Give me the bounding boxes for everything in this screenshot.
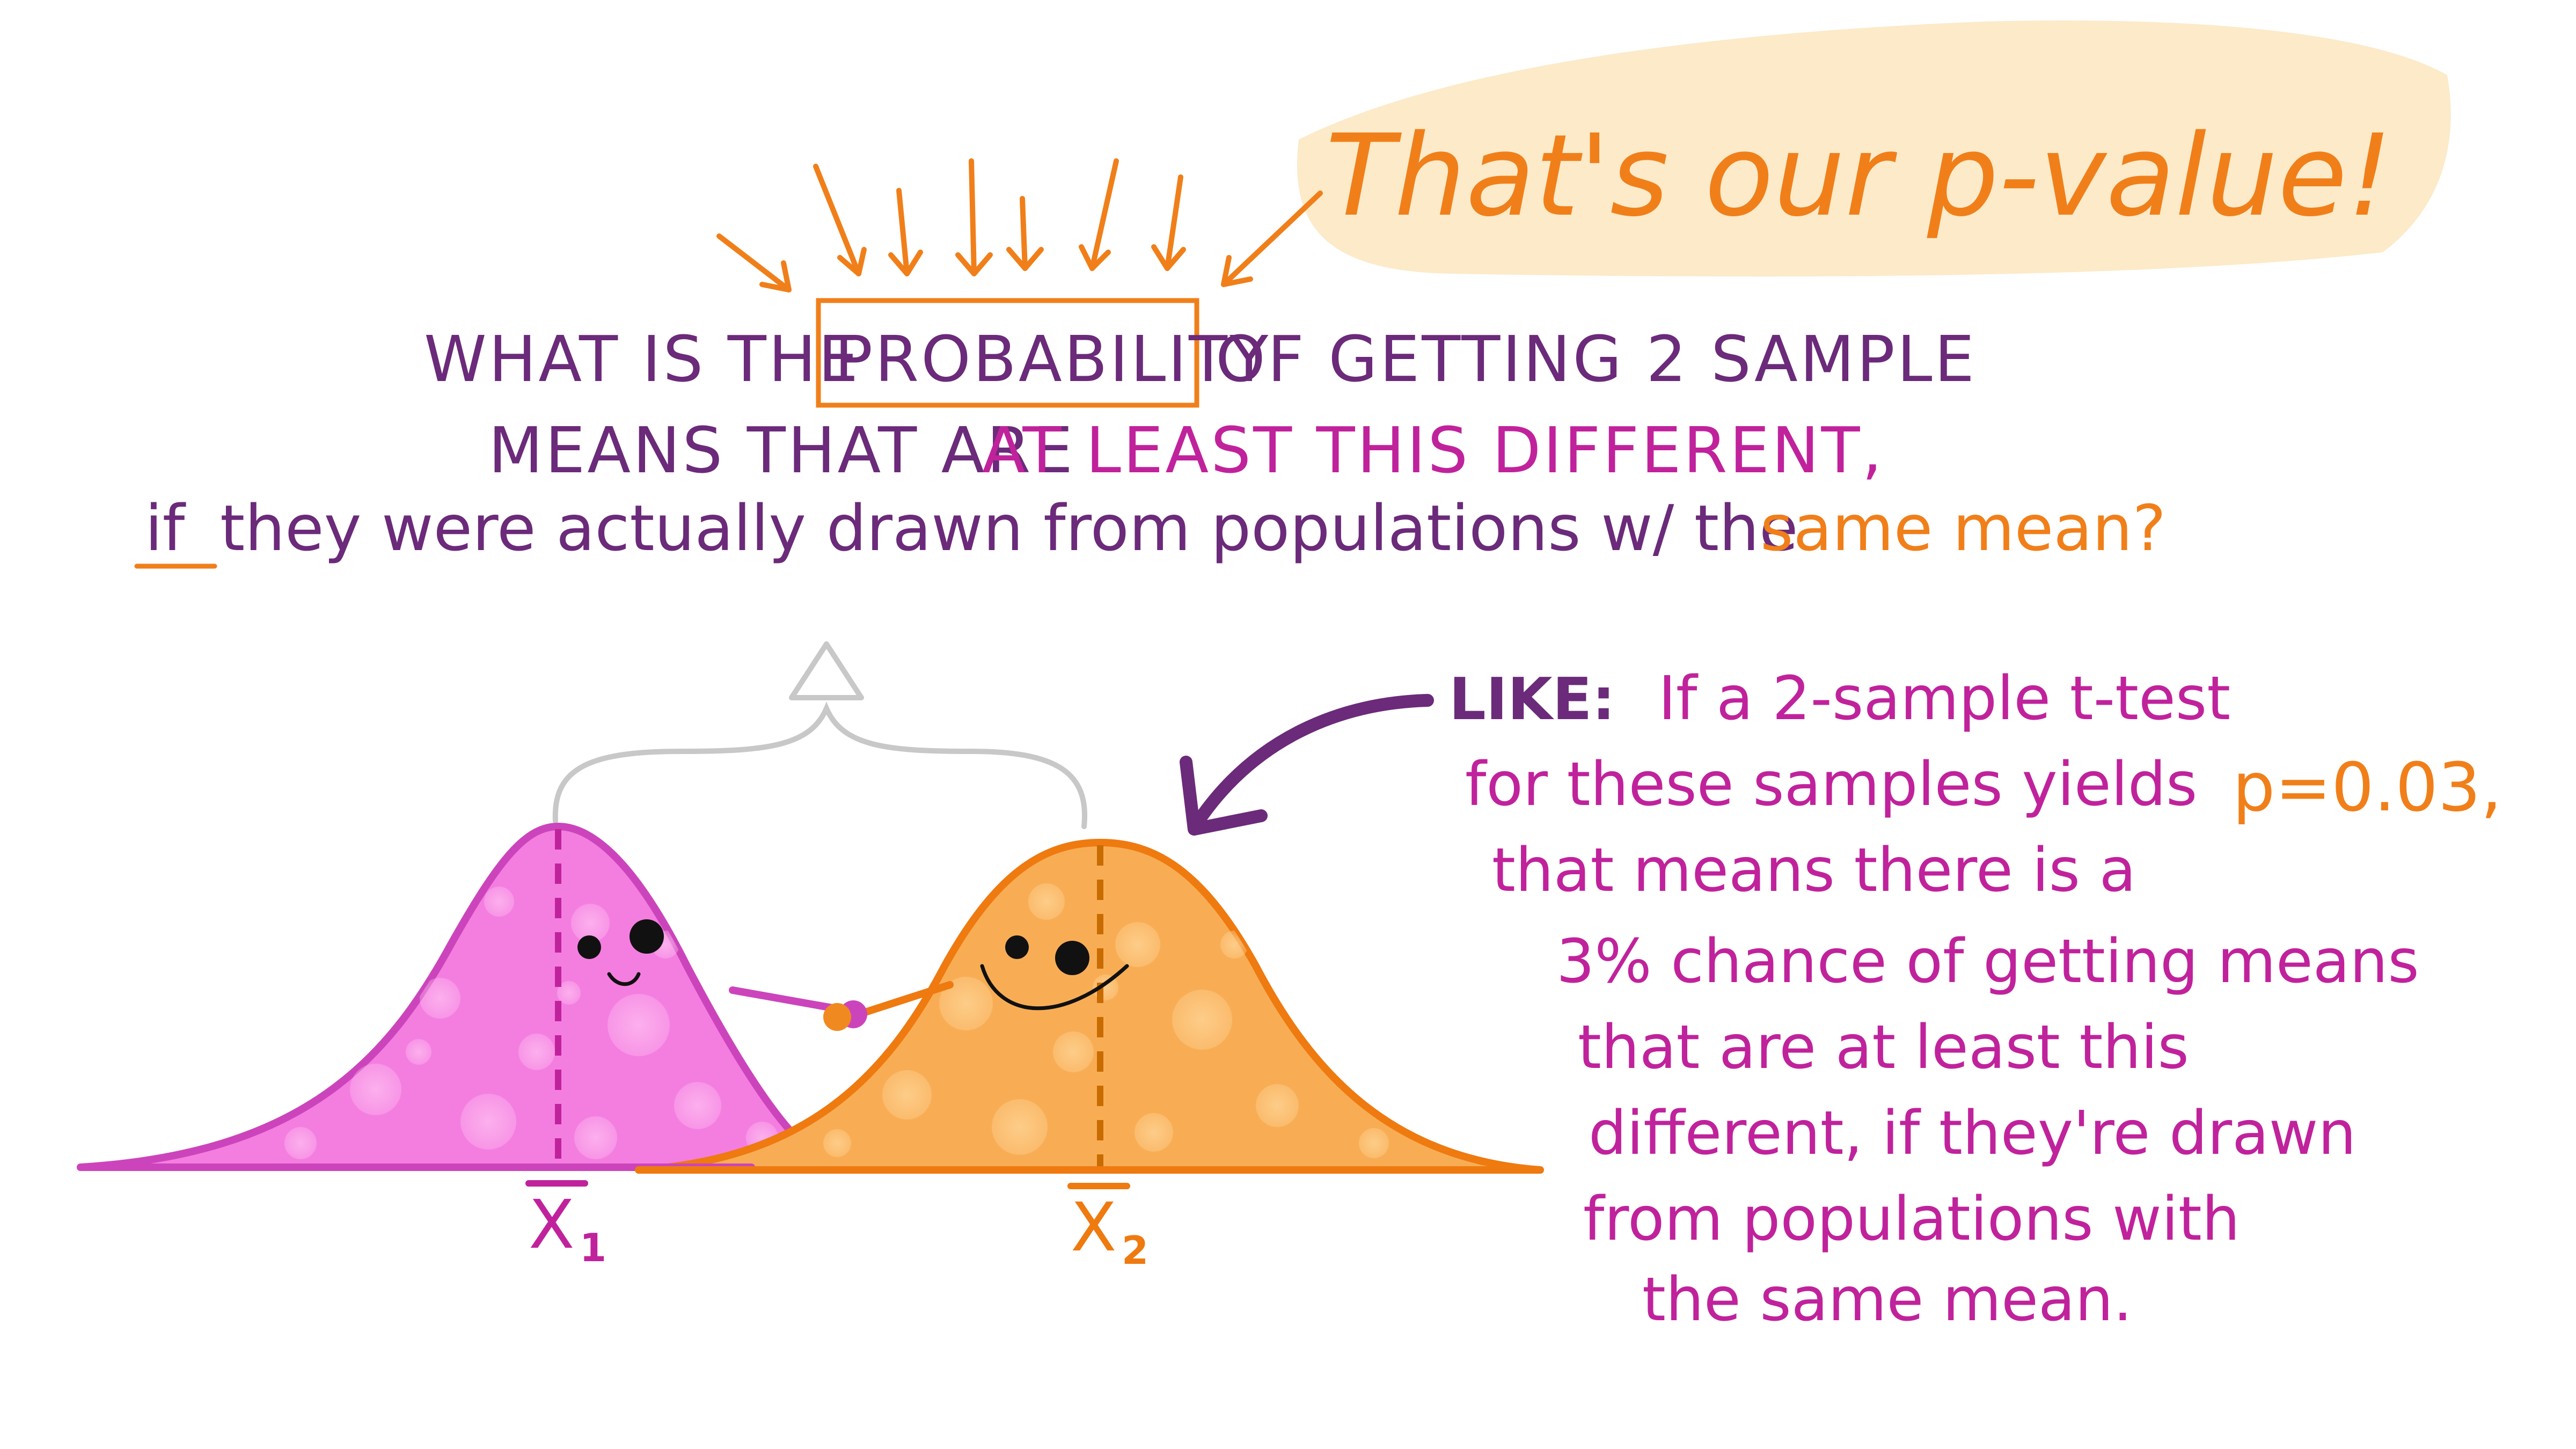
example-pvalue: p=0.03,: [2233, 749, 2502, 826]
mean-label-2-sub: 2: [1122, 1228, 1148, 1273]
delta-triangle-icon: [789, 641, 864, 700]
example-line2: for these samples yields: [1465, 750, 2197, 819]
question-line3-end: same mean?: [1760, 491, 2166, 565]
question-line1-a: WHAT IS THE: [424, 322, 860, 396]
example-label: LIKE:: [1449, 666, 1615, 733]
example-block: LIKE: If a 2-sample t-test for these sam…: [1449, 664, 2502, 1335]
question-line1-b: OF GETTING 2 SAMPLE: [1216, 322, 1977, 396]
curved-arrow-icon: [1180, 694, 1434, 836]
question-line3-mid: they were actually drawn from population…: [220, 491, 1798, 565]
mean-label-1: X 1: [525, 1180, 606, 1270]
difference-bracket: [552, 701, 1087, 829]
question-line2-b: AT LEAST THIS DIFFERENT,: [982, 413, 1884, 487]
example-line1: If a 2-sample t-test: [1658, 664, 2230, 734]
example-line6: different, if they're drawn: [1589, 1099, 2356, 1168]
mean-label-2: X 2: [1067, 1183, 1148, 1273]
question-line3-if: if: [145, 491, 186, 565]
question-line1-box: PROBABILITY: [835, 322, 1270, 396]
example-line3: that means there is a: [1492, 836, 2136, 905]
example-line5: that are at least this: [1578, 1013, 2189, 1082]
curve-sample-1: [77, 823, 841, 1171]
mean-label-1-sub: 1: [580, 1225, 606, 1270]
question-block: WHAT IS THE PROBABILITY OF GETTING 2 SAM…: [134, 298, 2166, 569]
mean-label-1-x: X: [529, 1186, 575, 1264]
mean-label-2-x: X: [1071, 1189, 1117, 1267]
example-line7: from populations with: [1583, 1184, 2240, 1254]
p-value-illustration: That's our p-value! WHAT IS THE PROBABIL…: [77, 20, 2502, 1335]
arrow-down-icon: [716, 158, 1323, 292]
example-line4: 3% chance of getting means: [1556, 927, 2419, 997]
example-line8: the same mean.: [1642, 1265, 2132, 1335]
headline-title: That's our p-value!: [1326, 110, 2392, 241]
